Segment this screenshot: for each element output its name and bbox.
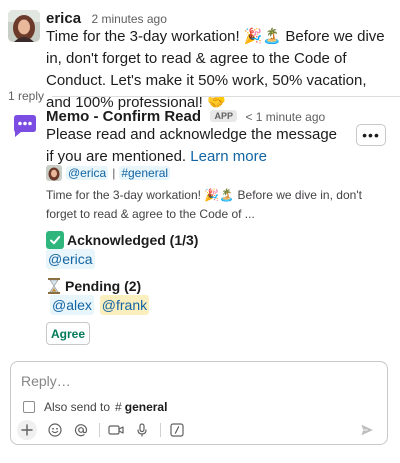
reply-divider <box>52 96 400 97</box>
slash-command-icon[interactable] <box>167 420 187 440</box>
composer-toolbar <box>17 419 379 441</box>
learn-more-link[interactable]: Learn more <box>190 148 267 165</box>
channel-hash-icon: # <box>115 400 122 414</box>
pending-users: @alex @frank <box>46 295 150 315</box>
party-popper-emoji-icon: 🎉 <box>243 28 263 45</box>
quote-channel-mention[interactable]: #general <box>119 166 171 180</box>
also-send-option: Also send to # general <box>23 400 167 414</box>
quote-text: Time for the 3-day workation! 🎉🏝️ Before… <box>46 188 362 221</box>
message-body: Time for the 3-day workation! 🎉🏝️ Before… <box>46 28 385 111</box>
agree-button[interactable]: Agree <box>46 322 90 345</box>
plus-icon[interactable] <box>17 420 37 440</box>
pending-section-title: Pending (2) <box>46 277 141 295</box>
also-send-checkbox[interactable] <box>23 401 35 413</box>
app-message-body: Please read and acknowledge the message … <box>46 126 338 165</box>
mention-icon[interactable] <box>71 420 91 440</box>
pending-user-mention[interactable]: @frank <box>99 295 150 315</box>
also-send-label: Also send to <box>44 400 111 414</box>
also-send-channel: general <box>124 400 168 414</box>
app-timestamp[interactable]: < 1 minute ago <box>245 110 325 124</box>
reply-input[interactable] <box>21 371 361 391</box>
check-mark-icon <box>46 231 64 249</box>
emoji-icon[interactable] <box>45 420 65 440</box>
microphone-icon[interactable] <box>132 420 152 440</box>
app-avatar[interactable] <box>10 112 38 140</box>
quote-meta: @erica | #general <box>66 166 171 180</box>
pending-user-mention[interactable]: @alex <box>50 295 94 315</box>
desert-island-emoji-icon: 🏝️ <box>219 188 235 202</box>
app-author[interactable]: Memo - Confirm Read <box>46 108 201 125</box>
message-timestamp[interactable]: 2 minutes ago <box>92 12 167 26</box>
toolbar-divider <box>160 423 161 437</box>
more-actions-button[interactable]: ••• <box>356 124 386 146</box>
quote-avatar-erica <box>46 165 62 181</box>
hourglass-icon <box>46 277 62 295</box>
app-badge: APP <box>210 110 237 122</box>
desert-island-emoji-icon: 🏝️ <box>262 28 282 45</box>
acknowledged-user-mention[interactable]: @erica <box>46 249 95 269</box>
acknowledged-users: @erica <box>46 249 95 269</box>
video-icon[interactable] <box>106 420 126 440</box>
thread-reply-count[interactable]: 1 reply <box>8 89 44 103</box>
reply-composer: Also send to # general <box>10 361 388 445</box>
send-icon[interactable] <box>357 421 377 439</box>
quote-user-mention[interactable]: @erica <box>66 166 109 180</box>
acknowledged-section-title: Acknowledged (1/3) <box>46 231 198 249</box>
message-author[interactable]: erica <box>46 10 81 27</box>
party-popper-emoji-icon: 🎉 <box>204 188 220 202</box>
avatar-erica[interactable] <box>8 10 40 42</box>
toolbar-divider <box>99 423 100 437</box>
